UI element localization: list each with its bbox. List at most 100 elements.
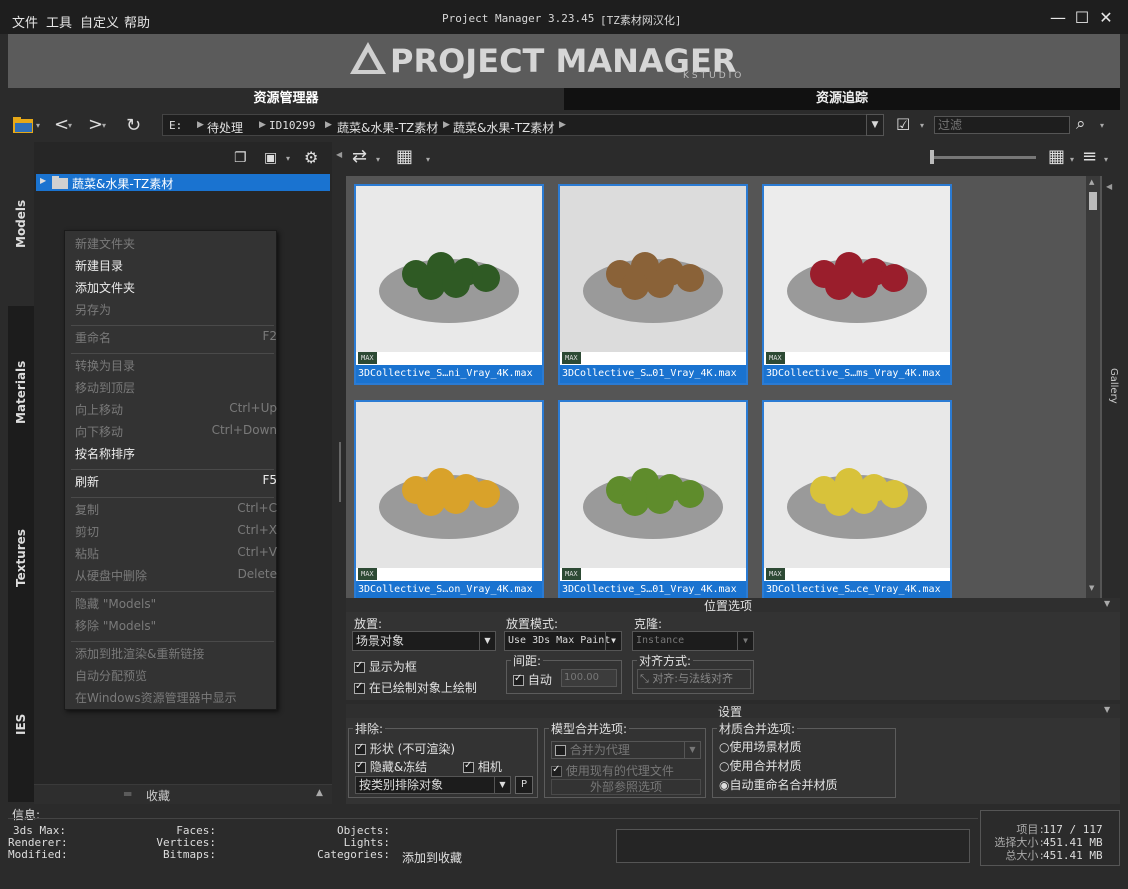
place-dropdown[interactable]: 场景对象 ▼ xyxy=(352,631,496,651)
expand-arrow-icon[interactable]: ▶ xyxy=(40,176,46,185)
grid-view-icon[interactable]: ▦ xyxy=(1048,146,1065,167)
collapse-left-icon[interactable]: ◀ xyxy=(336,150,342,159)
collapse-up-icon[interactable]: ▲ xyxy=(316,788,323,798)
checklist-icon[interactable]: ☑ xyxy=(896,115,910,134)
new-window-icon[interactable]: ❐ xyxy=(234,150,247,166)
thumbnail-size-slider[interactable] xyxy=(930,150,1036,164)
context-menu-item[interactable]: 刷新 F5 xyxy=(75,473,277,490)
checkbox-icon xyxy=(355,742,366,755)
collapse-down-icon[interactable]: ▼ xyxy=(1104,599,1110,608)
breadcrumb-item[interactable]: ID10299 xyxy=(269,119,315,132)
asset-card[interactable]: MAX 3DCollective_S…01_Vray_4K.max xyxy=(558,184,748,385)
filter-input[interactable] xyxy=(934,116,1070,134)
menu-item-label: 复制 xyxy=(75,503,100,517)
exclude-by-dropdown[interactable]: 按类别排除对象 ▼ xyxy=(355,776,511,794)
asset-card[interactable]: MAX 3DCollective_S…01_Vray_4K.max xyxy=(558,400,748,601)
context-menu-item[interactable]: 按名称排序 xyxy=(75,445,275,462)
breadcrumb-item[interactable]: E: xyxy=(169,119,182,132)
drag-handle-icon[interactable]: ═ xyxy=(124,787,131,801)
mat-merge-radio[interactable]: ○使用合并材质 xyxy=(719,757,889,774)
exclude-camera-checkbox[interactable]: 相机 xyxy=(463,758,533,775)
sidetab-ies[interactable]: IES xyxy=(8,644,34,804)
exclude-hidden-checkbox[interactable]: 隐藏&冻结 xyxy=(355,758,455,775)
menu-help[interactable]: 帮助 xyxy=(124,12,150,31)
chevron-down-icon[interactable]: ▾ xyxy=(286,154,290,163)
spacing-value: 100.00 xyxy=(564,672,599,683)
refresh-icon[interactable]: ↻ xyxy=(126,115,141,136)
sync-icon[interactable]: ⇄ xyxy=(352,146,367,167)
settings-panel: 排除: 形状 (不可渲染) 隐藏&冻结 相机 按类别排除对象 ▼ P 模型合并选项… xyxy=(346,718,1120,804)
asset-card[interactable]: MAX 3DCollective_S…ms_Vray_4K.max xyxy=(762,184,952,385)
breadcrumb[interactable]: E: ▶ 待处理 ▶ ID10299 ▶ 蔬菜&水果-TZ素材 ▶ 蔬菜&水果-… xyxy=(162,114,884,136)
chevron-down-icon[interactable]: ▾ xyxy=(36,121,40,130)
asset-caption: 3DCollective_S…01_Vray_4K.max xyxy=(560,365,746,383)
collapse-down-icon[interactable]: ▼ xyxy=(1104,705,1110,714)
breadcrumb-item[interactable]: 待处理 xyxy=(207,119,243,136)
splitter-grip[interactable] xyxy=(339,442,341,502)
stats-label: 总大小: xyxy=(1005,849,1045,862)
settings-header[interactable]: 设置 ▼ xyxy=(346,704,1120,719)
breadcrumb-item[interactable]: 蔬菜&水果-TZ素材 xyxy=(337,119,438,136)
gear-icon[interactable]: ⚙ xyxy=(304,148,318,167)
folder-icon[interactable] xyxy=(12,116,34,134)
tree-node-selected[interactable]: ▶ 蔬菜&水果-TZ素材 xyxy=(36,174,330,191)
placement-header[interactable]: 位置选项 ▼ xyxy=(346,598,1120,613)
draw-on-checkbox[interactable]: 在已绘制对象上绘制 xyxy=(354,679,504,696)
gallery-scrollbar[interactable]: ▲ ▼ xyxy=(1086,176,1100,598)
collapse-left-icon[interactable]: ◀ xyxy=(1106,182,1112,191)
slider-handle[interactable] xyxy=(930,150,934,164)
back-icon[interactable]: < xyxy=(54,114,69,135)
chevron-down-icon: ▼ xyxy=(737,632,753,650)
chevron-down-icon[interactable]: ▾ xyxy=(1070,155,1074,164)
chevron-down-icon[interactable]: ▾ xyxy=(102,121,106,130)
checkbox-icon xyxy=(463,760,474,773)
chevron-down-icon[interactable]: ▾ xyxy=(920,121,924,130)
layout-icon[interactable]: ▣ xyxy=(264,150,277,166)
mode-dropdown[interactable]: Use 3Ds Max Paint ▼ xyxy=(504,631,622,651)
breadcrumb-item[interactable]: 蔬菜&水果-TZ素材 xyxy=(453,119,554,136)
auto-spacing-checkbox[interactable]: 自动 xyxy=(513,671,563,688)
show-frame-checkbox[interactable]: 显示为框 xyxy=(354,658,494,675)
gallery-tab[interactable]: Gallery xyxy=(1103,368,1119,404)
chevron-down-icon[interactable]: ▾ xyxy=(68,121,72,130)
info-col3-keys: Objects: Lights: Categories: xyxy=(308,825,390,861)
scroll-down-icon[interactable]: ▼ xyxy=(1089,584,1094,592)
cubes-icon[interactable]: ▦ xyxy=(396,146,413,167)
forward-icon[interactable]: > xyxy=(88,114,103,135)
mat-merge-label: 使用合并材质 xyxy=(729,759,802,773)
chevron-down-icon[interactable]: ▾ xyxy=(426,155,430,164)
mat-auto-radio[interactable]: ◉自动重命名合并材质 xyxy=(719,776,895,793)
scroll-up-icon[interactable]: ▲ xyxy=(1089,178,1094,186)
breadcrumb-dropdown-button[interactable]: ▼ xyxy=(866,114,884,136)
context-menu-item[interactable]: 新建目录 xyxy=(75,257,275,274)
tab-tracking[interactable]: 资源追踪 xyxy=(564,88,1120,110)
search-icon[interactable]: ⌕ xyxy=(1076,114,1086,134)
menu-file[interactable]: 文件 xyxy=(12,12,38,31)
sort-icon[interactable]: ≡ xyxy=(1082,146,1097,167)
asset-card[interactable]: MAX 3DCollective_S…ce_Vray_4K.max xyxy=(762,400,952,601)
menu-customize[interactable]: 自定义 xyxy=(80,12,119,31)
mat-scene-radio[interactable]: ○使用场景材质 xyxy=(719,738,889,755)
chevron-down-icon[interactable]: ▾ xyxy=(1104,155,1108,164)
exclude-shape-checkbox[interactable]: 形状 (不可渲染) xyxy=(355,740,535,757)
menu-tools[interactable]: 工具 xyxy=(46,12,72,31)
sidetab-models[interactable]: Models xyxy=(8,142,34,306)
chevron-down-icon[interactable]: ▾ xyxy=(1100,121,1104,130)
add-to-favorites-link[interactable]: 添加到收藏 xyxy=(402,849,462,866)
checkbox-icon xyxy=(354,681,365,694)
chevron-down-icon[interactable]: ▾ xyxy=(376,155,380,164)
tab-explorer[interactable]: 资源管理器 xyxy=(8,88,564,110)
sidetab-materials[interactable]: Materials xyxy=(8,312,34,472)
asset-card[interactable]: MAX 3DCollective_S…on_Vray_4K.max xyxy=(354,400,544,601)
sidetab-textures[interactable]: Textures xyxy=(8,478,34,638)
asset-card[interactable]: MAX 3DCollective_S…ni_Vray_4K.max xyxy=(354,184,544,385)
favorites-bar[interactable]: 收藏 ═ ▲ xyxy=(34,784,332,804)
p-button[interactable]: P xyxy=(515,776,533,794)
pane-splitter[interactable]: ◀ xyxy=(336,142,344,804)
maximize-button[interactable]: ☐ xyxy=(1072,8,1092,28)
asset-caption: 3DCollective_S…on_Vray_4K.max xyxy=(356,581,542,599)
context-menu-item[interactable]: 添加文件夹 xyxy=(75,279,275,296)
minimize-button[interactable]: — xyxy=(1048,8,1068,28)
scroll-thumb[interactable] xyxy=(1089,192,1097,210)
close-button[interactable]: ✕ xyxy=(1096,8,1116,28)
